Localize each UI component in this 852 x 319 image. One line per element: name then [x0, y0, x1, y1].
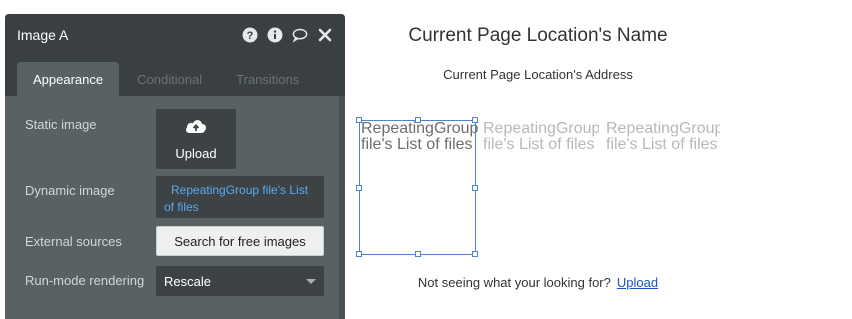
tab-conditional[interactable]: Conditional	[121, 62, 218, 96]
resize-handle-ne[interactable]	[472, 117, 478, 123]
resize-handle-w[interactable]	[356, 185, 362, 191]
repeating-group-cell: RepeatingGroup file's List of files	[606, 121, 720, 153]
resize-handle-s[interactable]	[415, 251, 421, 257]
external-sources-label: External sources	[25, 234, 122, 249]
property-editor-panel: Image A ? Appearance Conditional Transit…	[5, 14, 345, 319]
tab-transitions[interactable]: Transitions	[220, 62, 315, 96]
resize-handle-e[interactable]	[472, 185, 478, 191]
upload-link[interactable]: Upload	[617, 275, 658, 290]
static-image-label: Static image	[25, 117, 97, 132]
tab-appearance[interactable]: Appearance	[17, 62, 120, 96]
comment-icon[interactable]	[292, 27, 308, 43]
cell-line-1: RepeatingGroup	[606, 121, 720, 137]
resize-handle-nw[interactable]	[356, 117, 362, 123]
run-mode-rendering-label: Run-mode rendering	[25, 273, 145, 288]
chevron-down-icon	[306, 278, 316, 284]
search-free-images-button[interactable]: Search for free images	[156, 226, 324, 256]
svg-text:?: ?	[247, 30, 254, 42]
repeating-group-cell: RepeatingGroup file's List of files	[483, 121, 599, 153]
cell-line-2: file's List of files	[606, 136, 718, 153]
dynamic-image-field[interactable]: RepeatingGroup file's List of files	[156, 176, 324, 218]
upload-prompt: Not seeing what your looking for? Upload	[358, 275, 718, 290]
resize-handle-sw[interactable]	[356, 251, 362, 257]
cloud-upload-icon	[184, 117, 208, 140]
close-icon[interactable]	[317, 27, 333, 43]
static-image-upload-button[interactable]: Upload	[156, 109, 236, 169]
upload-label: Upload	[175, 146, 217, 161]
panel-scrollbar[interactable]	[339, 96, 345, 319]
run-mode-value: Rescale	[164, 273, 211, 289]
resize-handle-n[interactable]	[415, 117, 421, 123]
dynamic-image-label: Dynamic image	[25, 183, 115, 198]
page-title[interactable]: Current Page Location's Name	[358, 25, 718, 47]
selected-image-element[interactable]	[356, 117, 478, 257]
cell-line-2: file's List of files	[483, 136, 595, 153]
question-icon[interactable]: ?	[242, 27, 258, 43]
panel-tabs: Appearance Conditional Transitions	[5, 56, 345, 96]
cell-line-1: RepeatingGroup	[483, 121, 599, 137]
panel-header-icons: ?	[242, 27, 333, 43]
panel-header[interactable]: Image A ?	[5, 14, 345, 56]
upload-prompt-text: Not seeing what your looking for?	[417, 275, 611, 290]
info-icon[interactable]	[267, 27, 283, 43]
panel-title: Image A	[17, 27, 69, 43]
page-address[interactable]: Current Page Location's Address	[358, 67, 718, 82]
resize-handle-se[interactable]	[472, 251, 478, 257]
run-mode-rendering-select[interactable]: Rescale	[156, 266, 324, 296]
